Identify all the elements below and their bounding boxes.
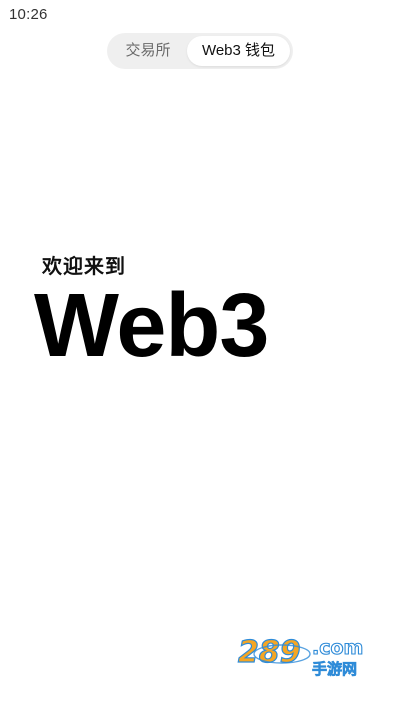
svg-text:.com: .com	[312, 637, 363, 659]
tab-web3-wallet[interactable]: Web3 钱包	[187, 36, 290, 66]
tab-exchange[interactable]: 交易所	[111, 36, 185, 66]
welcome-title: Web3	[34, 276, 269, 376]
svg-text:289: 289	[238, 635, 301, 670]
welcome-subtitle: 欢迎来到	[42, 256, 126, 278]
status-bar: 10:26	[0, 0, 400, 28]
watermark-logo-image: 289 .com 手游网	[237, 634, 363, 678]
watermark-logo: 289 .com 手游网	[236, 632, 378, 678]
mode-switch: 交易所 Web3 钱包	[107, 33, 293, 69]
svg-text:手游网: 手游网	[312, 660, 357, 678]
status-time: 10:26	[9, 6, 48, 23]
